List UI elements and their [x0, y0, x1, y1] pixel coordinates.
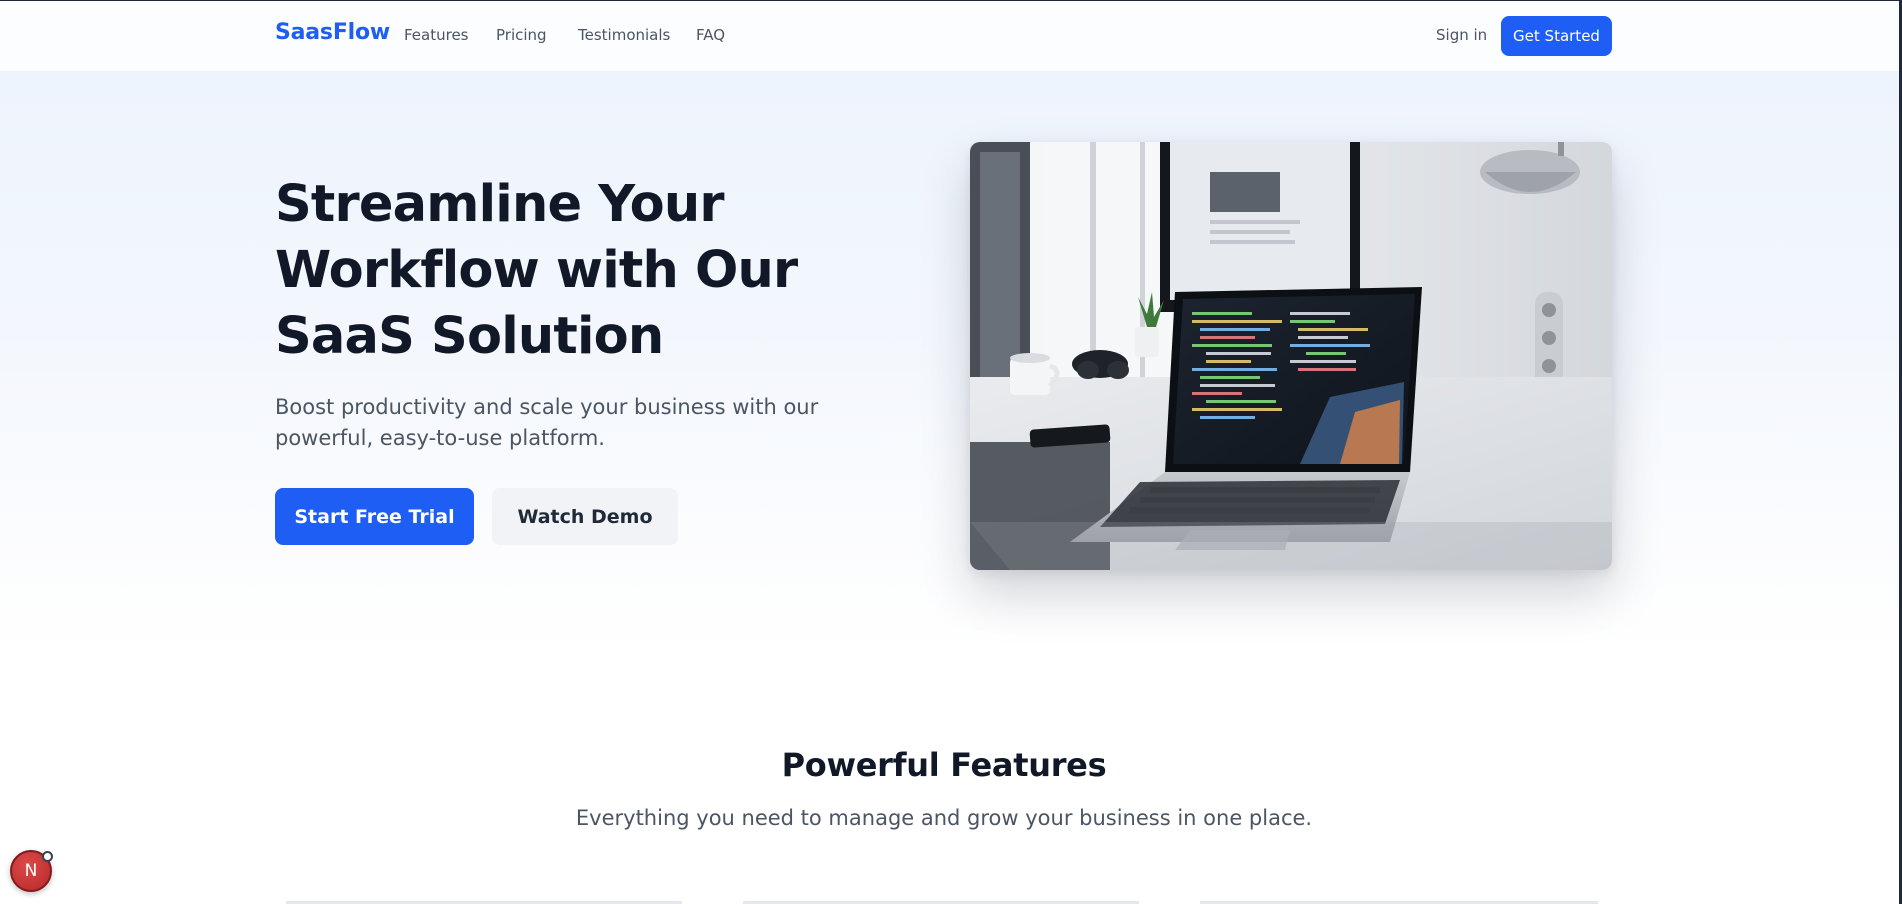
- window-top-border: [0, 0, 1902, 1]
- notification-dot-icon: [42, 851, 53, 862]
- nav-link-features[interactable]: Features: [404, 26, 469, 44]
- sign-in-link[interactable]: Sign in: [1436, 26, 1487, 44]
- watch-demo-button[interactable]: Watch Demo: [492, 488, 678, 545]
- hero-subtitle: Boost productivity and scale your busine…: [275, 395, 819, 450]
- get-started-button[interactable]: Get Started: [1501, 16, 1612, 56]
- page: SaasFlow Features Pricing Testimonials F…: [0, 0, 1902, 904]
- hero-title: Streamline Your Workflow with Our SaaS S…: [275, 175, 798, 366]
- nav-link-testimonials[interactable]: Testimonials: [578, 26, 670, 44]
- brand-logo[interactable]: SaasFlow: [275, 20, 390, 45]
- features-subtitle: Everything you need to manage and grow y…: [575, 806, 1313, 830]
- hero-image: [970, 142, 1612, 570]
- nav-link-pricing[interactable]: Pricing: [496, 26, 547, 44]
- start-free-trial-button[interactable]: Start Free Trial: [275, 488, 474, 545]
- top-navigation: SaasFlow Features Pricing Testimonials F…: [0, 0, 1899, 72]
- nav-link-faq[interactable]: FAQ: [696, 26, 725, 44]
- features-title: Powerful Features: [781, 746, 1107, 784]
